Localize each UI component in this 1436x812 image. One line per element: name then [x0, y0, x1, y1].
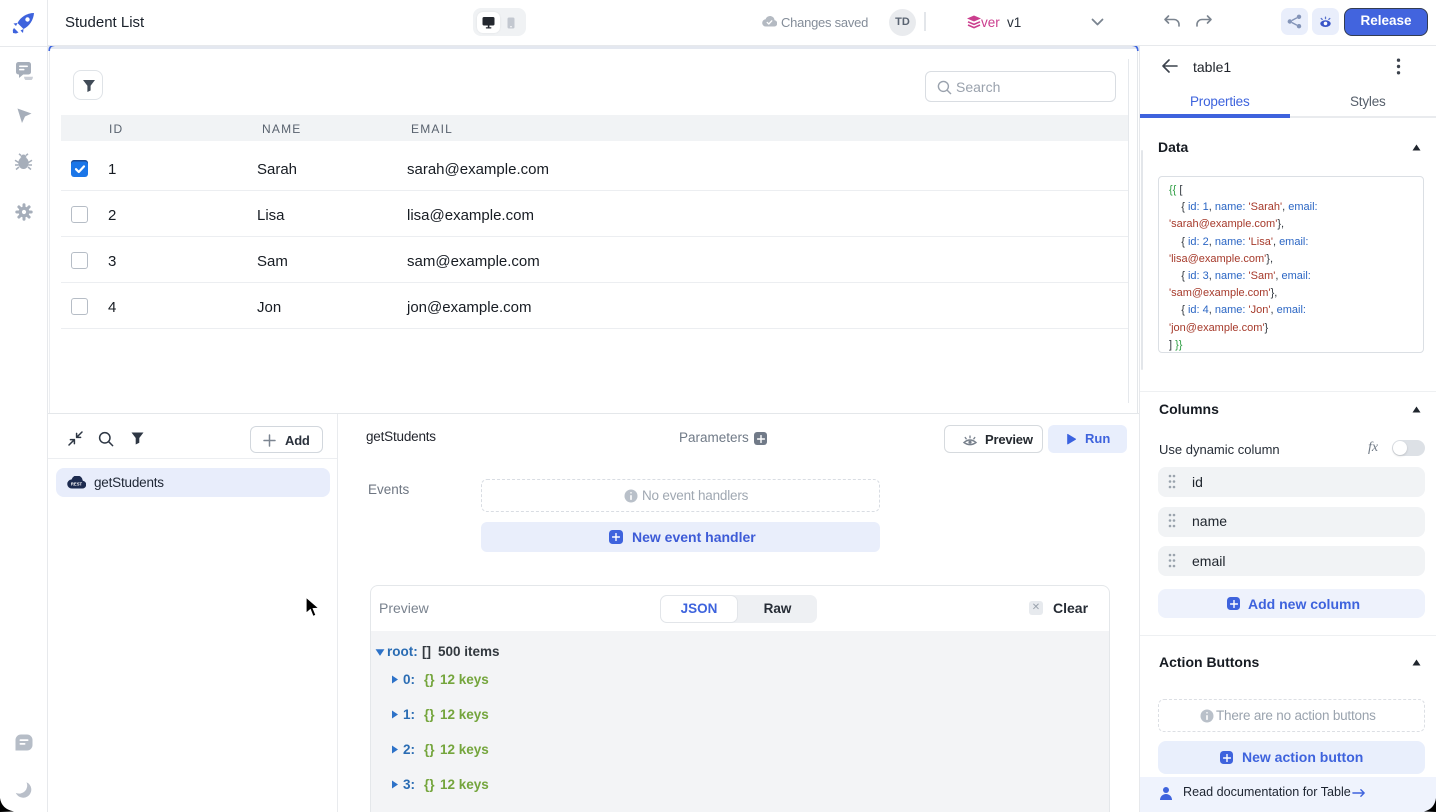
svg-text:REST: REST — [71, 482, 83, 487]
